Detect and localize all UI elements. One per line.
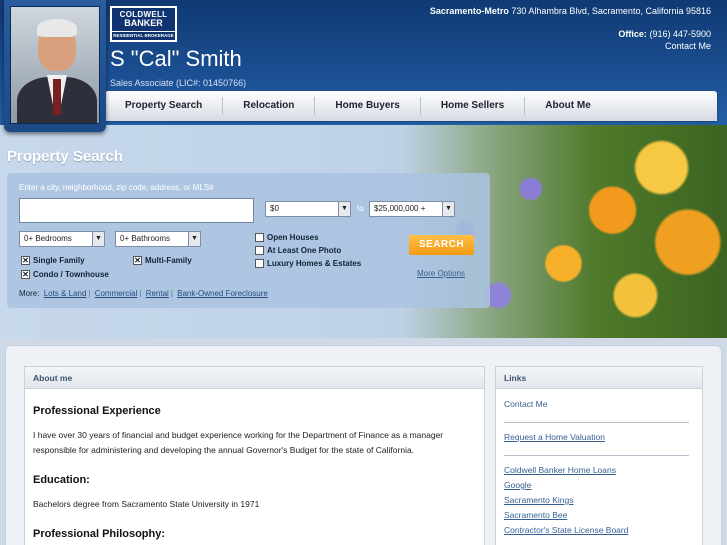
office-name: Sacramento-Metro (429, 6, 509, 16)
link-item[interactable]: Sacramento Kings (504, 493, 694, 508)
max-price-value: $25,000,000 + (374, 204, 426, 213)
logo-line3: RESIDENTIAL BROKERAGE (112, 31, 175, 38)
check-icon: ✕ (21, 256, 30, 265)
about-heading: About me (25, 367, 484, 389)
experience-title: Professional Experience (33, 405, 161, 417)
multi-family-checkbox[interactable]: ✕ Multi-Family (133, 256, 192, 265)
office-phone-line: Office: (916) 447-5900 (618, 29, 711, 39)
bathrooms-select[interactable]: 0+ Bathrooms ▼ (115, 231, 201, 247)
agent-title: Sales Associate (LIC#: 01450766) (110, 78, 247, 88)
nav-property-search[interactable]: Property Search (105, 97, 224, 115)
agent-name: S "Cal" Smith (110, 46, 242, 71)
content-area: About me Professional Experience I have … (5, 345, 722, 545)
open-houses-checkbox[interactable]: Open Houses (255, 233, 319, 242)
link-item[interactable]: Contractor's State License Board (504, 523, 694, 538)
links-contact[interactable]: Contact Me (504, 397, 694, 412)
chevron-down-icon: ▼ (338, 202, 350, 216)
checkbox-label: Multi-Family (145, 256, 192, 265)
link-item[interactable]: Coldwell Banker Home Loans (504, 463, 694, 478)
search-input[interactable] (19, 198, 254, 223)
nav-home-buyers[interactable]: Home Buyers (315, 97, 421, 115)
about-panel: About me Professional Experience I have … (24, 366, 485, 545)
bedrooms-select[interactable]: 0+ Bedrooms ▼ (19, 231, 105, 247)
checkbox-label: Luxury Homes & Estates (267, 259, 362, 268)
education-title: Education: (33, 474, 90, 486)
check-icon: ✕ (133, 256, 142, 265)
checkbox-label: Open Houses (267, 233, 319, 242)
office-address-line: Sacramento-Metro 730 Alhambra Blvd, Sacr… (430, 6, 711, 16)
link-item[interactable]: Sacramento Bee (504, 508, 694, 523)
nav-home-sellers[interactable]: Home Sellers (421, 97, 526, 115)
min-price-value: $0 (270, 204, 279, 213)
more-links-row: More: Lots & Land | Commercial | Rental | B… (19, 289, 268, 298)
commercial-link[interactable]: Commercial (95, 289, 138, 298)
links-panel: Links Contact Me Request a Home Valuatio… (495, 366, 703, 545)
lots-land-link[interactable]: Lots & Land (44, 289, 87, 298)
search-panel: Enter a city, neighborhood, zip code, ad… (7, 173, 490, 308)
luxury-checkbox[interactable]: Luxury Homes & Estates (255, 259, 361, 268)
condo-checkbox[interactable]: ✕ Condo / Townhouse (21, 270, 109, 279)
foreclosure-link[interactable]: Bank-Owned Foreclosure (177, 289, 268, 298)
education-text: Bachelors degree from Sacramento State U… (33, 499, 260, 509)
one-photo-checkbox[interactable]: At Least One Photo (255, 246, 341, 255)
philosophy-title: Professional Philosophy: (33, 528, 166, 540)
more-options-link[interactable]: More Options (417, 269, 465, 278)
check-icon: ✕ (21, 270, 30, 279)
checkbox-label: Single Family (33, 256, 85, 265)
agent-photo (10, 6, 100, 124)
office-address: 730 Alhambra Blvd, Sacramento, Californi… (511, 6, 711, 16)
main-nav: Property Search Relocation Home Buyers H… (105, 91, 717, 121)
checkbox-label: Condo / Townhouse (33, 270, 109, 279)
checkbox-box (255, 259, 264, 268)
experience-text: I have over 30 years of financial and bu… (33, 430, 444, 455)
chevron-down-icon: ▼ (442, 202, 454, 216)
checkbox-label: At Least One Photo (267, 246, 342, 255)
agent-photo-card (4, 0, 106, 132)
price-to-label: to (357, 204, 364, 213)
checkbox-box (255, 246, 264, 255)
nav-about-me[interactable]: About Me (525, 97, 611, 115)
property-search-title: Property Search (7, 148, 123, 165)
more-label: More: (19, 289, 40, 298)
office-phone: (916) 447-5900 (649, 29, 711, 39)
logo-line2: BANKER (124, 18, 163, 28)
max-price-select[interactable]: $25,000,000 + ▼ (369, 201, 455, 217)
link-item[interactable]: Google (504, 478, 694, 493)
chevron-down-icon: ▼ (92, 232, 104, 246)
links-heading: Links (496, 367, 702, 389)
chevron-down-icon: ▼ (188, 232, 200, 246)
header-contact-link[interactable]: Contact Me (665, 41, 711, 51)
coldwell-banker-logo[interactable]: COLDWELL BANKER RESIDENTIAL BROKERAGE (110, 6, 177, 42)
bathrooms-value: 0+ Bathrooms (120, 234, 171, 243)
search-button[interactable]: SEARCH (409, 235, 474, 255)
checkbox-box (255, 233, 264, 242)
divider (504, 422, 689, 423)
single-family-checkbox[interactable]: ✕ Single Family (21, 256, 85, 265)
hero-section: Property Search Enter a city, neighborho… (0, 125, 727, 338)
min-price-select[interactable]: $0 ▼ (265, 201, 351, 217)
bedrooms-value: 0+ Bedrooms (24, 234, 72, 243)
office-label: Office: (618, 29, 647, 39)
links-home-valuation[interactable]: Request a Home Valuation (504, 430, 694, 445)
divider (504, 455, 689, 456)
rental-link[interactable]: Rental (146, 289, 169, 298)
nav-relocation[interactable]: Relocation (223, 97, 316, 115)
search-hint: Enter a city, neighborhood, zip code, ad… (19, 183, 214, 192)
